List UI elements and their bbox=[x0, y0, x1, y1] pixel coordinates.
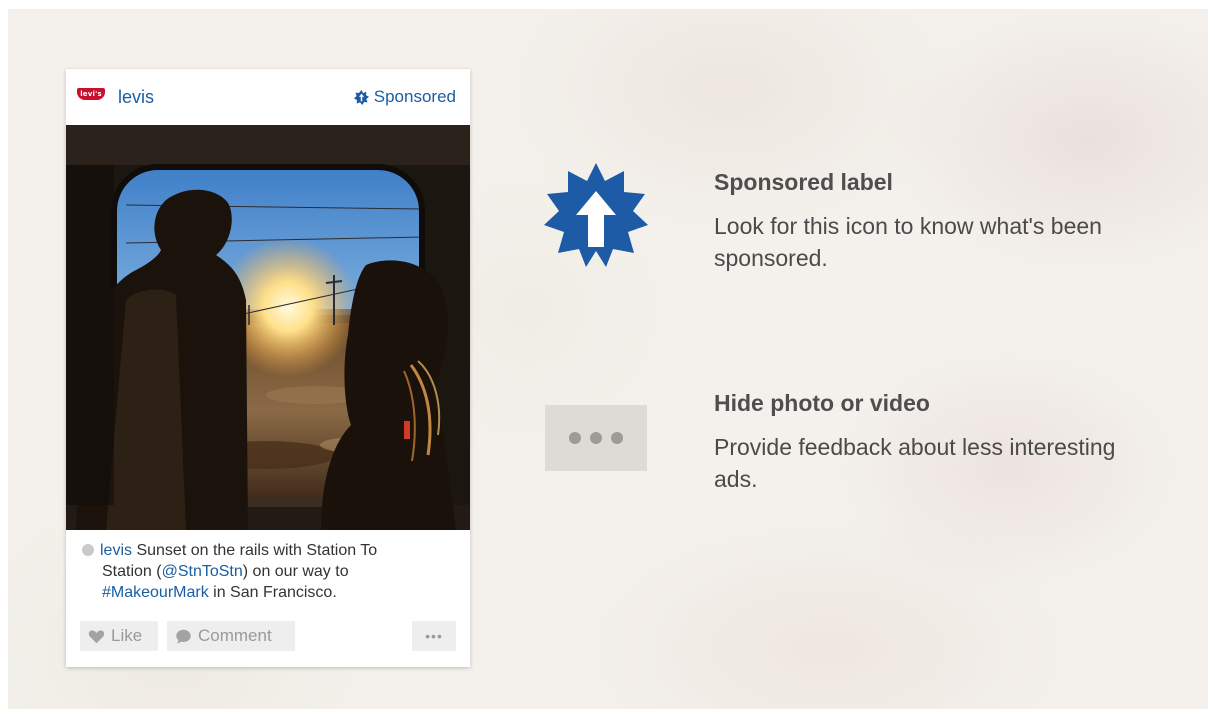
more-options-button[interactable]: ••• bbox=[412, 621, 456, 651]
post-photo[interactable] bbox=[66, 125, 470, 530]
more-options-icon bbox=[545, 405, 647, 471]
like-button[interactable]: Like bbox=[80, 621, 158, 651]
dot-icon bbox=[611, 432, 623, 444]
dot-icon bbox=[569, 432, 581, 444]
dot-icon bbox=[590, 432, 602, 444]
feature-hide-photo: Hide photo or video Provide feedback abo… bbox=[714, 390, 1154, 495]
heart-icon bbox=[88, 630, 105, 643]
feature-description: Look for this icon to know what's been s… bbox=[714, 213, 1102, 271]
sponsored-badge-icon bbox=[544, 163, 648, 267]
promo-slide: levi's levis Sponsored levis Sunset on t… bbox=[8, 9, 1208, 709]
caption-text-2a: Station ( bbox=[102, 563, 162, 580]
comment-bubble-icon bbox=[176, 629, 191, 644]
feature-title: Sponsored label bbox=[714, 169, 893, 195]
post-username[interactable]: levis bbox=[118, 87, 154, 108]
caption-mention-link[interactable]: @StnToStn bbox=[162, 563, 243, 580]
sponsored-tag-label: Sponsored bbox=[373, 87, 456, 106]
levis-logo: levi's bbox=[77, 88, 105, 100]
sponsored-post-card: levi's levis Sponsored levis Sunset on t… bbox=[66, 69, 470, 667]
caption-text-2b: ) on our way to bbox=[242, 563, 349, 580]
caption-username-link[interactable]: levis bbox=[100, 542, 132, 559]
avatar[interactable]: levi's bbox=[76, 83, 106, 105]
caption-hashtag-link[interactable]: #MakeourMark bbox=[102, 584, 209, 601]
feature-description: Provide feedback about less interesting … bbox=[714, 434, 1116, 492]
caption-text-1: Sunset on the rails with Station To bbox=[132, 542, 378, 559]
comment-label: Comment bbox=[198, 626, 272, 645]
caption-text-3: in San Francisco. bbox=[208, 584, 337, 601]
feature-title: Hide photo or video bbox=[714, 390, 930, 416]
sponsored-badge-icon bbox=[353, 89, 369, 105]
caption-avatar-dot bbox=[82, 544, 94, 556]
train-window-sunset-photo bbox=[66, 125, 470, 530]
comment-button[interactable]: Comment bbox=[167, 621, 295, 651]
post-actions: Like Comment ••• bbox=[80, 621, 456, 651]
post-header: levi's levis Sponsored bbox=[66, 69, 470, 125]
more-options-icon: ••• bbox=[425, 628, 443, 644]
like-label: Like bbox=[111, 626, 143, 645]
post-caption: levis Sunset on the rails with Station T… bbox=[82, 540, 452, 603]
sponsored-tag[interactable]: Sponsored bbox=[353, 87, 456, 107]
feature-sponsored-label: Sponsored label Look for this icon to kn… bbox=[714, 169, 1154, 274]
